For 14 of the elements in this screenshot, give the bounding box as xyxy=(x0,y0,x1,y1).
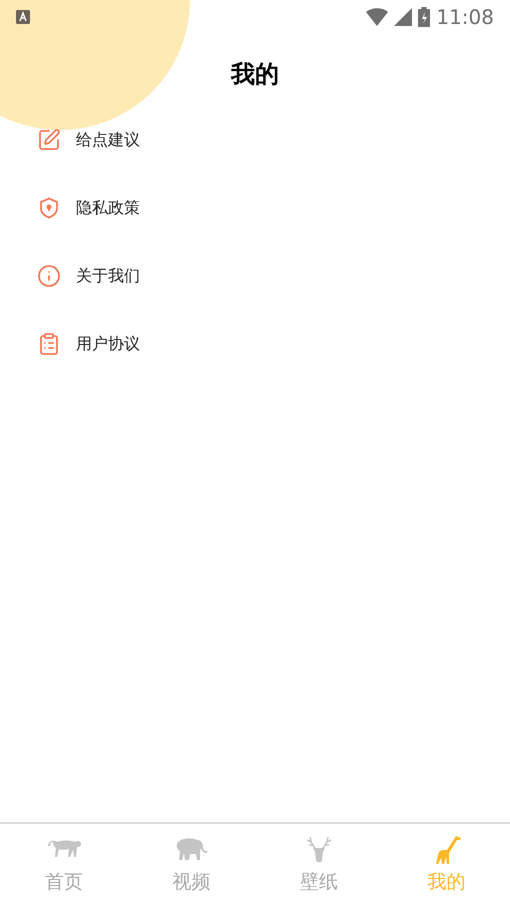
menu-item[interactable]: 给点建议 xyxy=(0,106,510,174)
page-title: 我的 xyxy=(231,59,279,90)
menu-item[interactable]: 关于我们 xyxy=(0,242,510,310)
wifi-icon xyxy=(366,8,388,26)
edit-icon xyxy=(37,128,61,152)
signal-icon xyxy=(394,8,412,26)
menu-item[interactable]: 隐私政策 xyxy=(0,174,510,242)
clipboard-icon xyxy=(37,332,61,356)
notification-icon xyxy=(16,10,30,24)
battery-icon xyxy=(418,7,430,27)
shield-icon xyxy=(37,196,61,220)
info-icon xyxy=(37,264,61,288)
status-time: 11:08 xyxy=(436,4,494,31)
menu-item[interactable]: 用户协议 xyxy=(0,310,510,378)
